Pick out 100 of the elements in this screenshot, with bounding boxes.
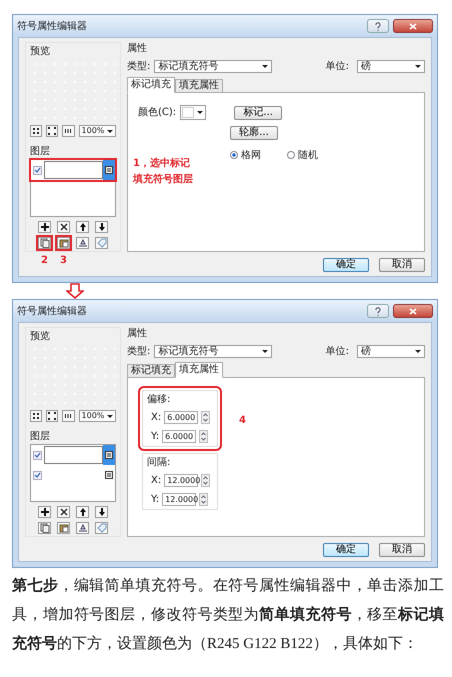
- axis-label: X:: [151, 411, 162, 425]
- check-icon: [34, 452, 41, 458]
- window-title: 符号属性编辑器: [17, 20, 88, 34]
- unit-label: 单位:: [326, 60, 349, 74]
- group-title: 偏移:: [147, 393, 172, 406]
- number-field[interactable]: 6.0000: [162, 430, 196, 443]
- unit-value: 磅: [361, 344, 371, 359]
- layer-checkbox[interactable]: [33, 166, 42, 174]
- cancel-button[interactable]: 取消: [379, 543, 425, 557]
- copy-icon: [40, 238, 50, 248]
- spinner-icon[interactable]: [199, 430, 208, 443]
- axis-label: X:: [151, 474, 162, 488]
- layer-checkbox[interactable]: [33, 450, 42, 460]
- grid-view-button[interactable]: [30, 125, 42, 137]
- layer-type-icon: [105, 451, 113, 459]
- copy-button[interactable]: [38, 522, 51, 534]
- ok-button[interactable]: 确定: [323, 258, 369, 272]
- annotation-number: 3: [60, 254, 67, 268]
- unit-dropdown[interactable]: 磅: [357, 60, 425, 73]
- layer-type-icon: [105, 166, 113, 174]
- plus-button[interactable]: [38, 506, 51, 518]
- arrow-up-button[interactable]: [76, 221, 89, 233]
- type-dropdown[interactable]: 标记填充符号: [154, 60, 272, 73]
- layer-checkbox[interactable]: [33, 470, 42, 480]
- arrow-down-button[interactable]: [95, 221, 108, 233]
- caret-icon: [262, 350, 268, 353]
- tab[interactable]: 填充属性: [175, 79, 223, 93]
- close-button[interactable]: [393, 19, 433, 33]
- bars-view-button[interactable]: [62, 125, 75, 137]
- delete-button[interactable]: [57, 221, 70, 233]
- bars-view-icon: [63, 411, 74, 421]
- close-icon: [409, 22, 417, 30]
- arrow-down-icon: [96, 507, 106, 517]
- plus-icon: [40, 507, 50, 517]
- paste-button[interactable]: [57, 522, 70, 534]
- type-value: 标记填充符号: [158, 60, 218, 74]
- help-icon: [375, 306, 381, 316]
- delete-icon: [58, 507, 68, 517]
- delete-button[interactable]: [57, 506, 70, 518]
- axis-label: Y:: [151, 493, 160, 507]
- spinner-icon[interactable]: [201, 474, 210, 487]
- spread-view-icon: [47, 126, 58, 136]
- number-field[interactable]: 6.0000: [164, 411, 198, 424]
- marker-button[interactable]: 标记...: [234, 106, 282, 120]
- outline-button[interactable]: 轮廓...: [230, 126, 278, 140]
- layer-row[interactable]: [31, 445, 115, 465]
- zoom-dropdown[interactable]: 100%: [78, 125, 116, 137]
- tag-icon: [96, 523, 106, 533]
- number-field[interactable]: 12.0000: [164, 474, 198, 487]
- caret-icon: [415, 350, 421, 353]
- tab[interactable]: 填充属性: [175, 362, 223, 378]
- type-value: 标记填充符号: [158, 344, 218, 359]
- help-icon: [375, 22, 381, 30]
- grid-view-icon: [31, 411, 42, 421]
- caret-icon: [106, 414, 113, 418]
- grid-view-button[interactable]: [30, 410, 42, 422]
- spread-view-button[interactable]: [46, 125, 58, 137]
- spinner-icon[interactable]: [199, 493, 208, 506]
- layer-icon: [78, 238, 88, 248]
- axis-label: Y:: [151, 430, 160, 444]
- plus-button[interactable]: [38, 221, 51, 233]
- cancel-button[interactable]: 取消: [379, 258, 425, 272]
- color-picker[interactable]: [180, 105, 206, 120]
- help-button[interactable]: [367, 19, 389, 33]
- arrow-down-button[interactable]: [95, 506, 108, 518]
- radio-option[interactable]: 随机: [287, 148, 318, 163]
- bars-view-button[interactable]: [62, 410, 75, 422]
- arrow-down-icon: [96, 222, 106, 232]
- unit-value: 磅: [361, 60, 371, 74]
- radio-option[interactable]: 格网: [230, 148, 261, 163]
- preview-label: 预览: [30, 45, 51, 58]
- layer-type-icon: [105, 471, 113, 479]
- tag-icon: [96, 238, 106, 248]
- close-button[interactable]: [393, 304, 433, 318]
- zoom-value: 100%: [82, 410, 104, 422]
- unit-label: 单位:: [326, 344, 349, 359]
- tab[interactable]: 标记填充: [127, 364, 175, 378]
- number-field[interactable]: 12.0000: [162, 493, 196, 506]
- spread-view-button[interactable]: [46, 410, 58, 422]
- spinner-icon[interactable]: [201, 411, 210, 424]
- tab[interactable]: 标记填充: [127, 77, 175, 93]
- properties-label: 属性: [127, 42, 148, 55]
- layer-button[interactable]: [76, 522, 89, 534]
- body-paragraph: 第七步，编辑简单填充符号。在符号属性编辑器中，单击添加工具，增加符号图层，修改符号类型为简单填充符号，移至标记填充符号的下方，设置颜色为（R245 G122 B122），具体如下：: [11, 576, 446, 654]
- type-dropdown[interactable]: 标记填充符号: [154, 345, 272, 358]
- arrow-up-button[interactable]: [76, 506, 89, 518]
- caret-icon: [106, 130, 113, 132]
- layers-label: 图层: [30, 430, 51, 443]
- properties-label: 属性: [127, 327, 148, 340]
- zoom-dropdown[interactable]: 100%: [78, 410, 116, 422]
- unit-dropdown[interactable]: 磅: [357, 345, 425, 358]
- layer-button[interactable]: [76, 237, 89, 249]
- ok-button[interactable]: 确定: [323, 543, 369, 557]
- down-arrow-icon: [66, 283, 84, 299]
- grid-view-icon: [31, 126, 42, 136]
- help-button[interactable]: [367, 304, 389, 318]
- check-icon: [34, 472, 41, 478]
- caret-icon: [262, 65, 268, 68]
- arrow-up-icon: [78, 507, 88, 517]
- preview-label: 预览: [30, 330, 51, 343]
